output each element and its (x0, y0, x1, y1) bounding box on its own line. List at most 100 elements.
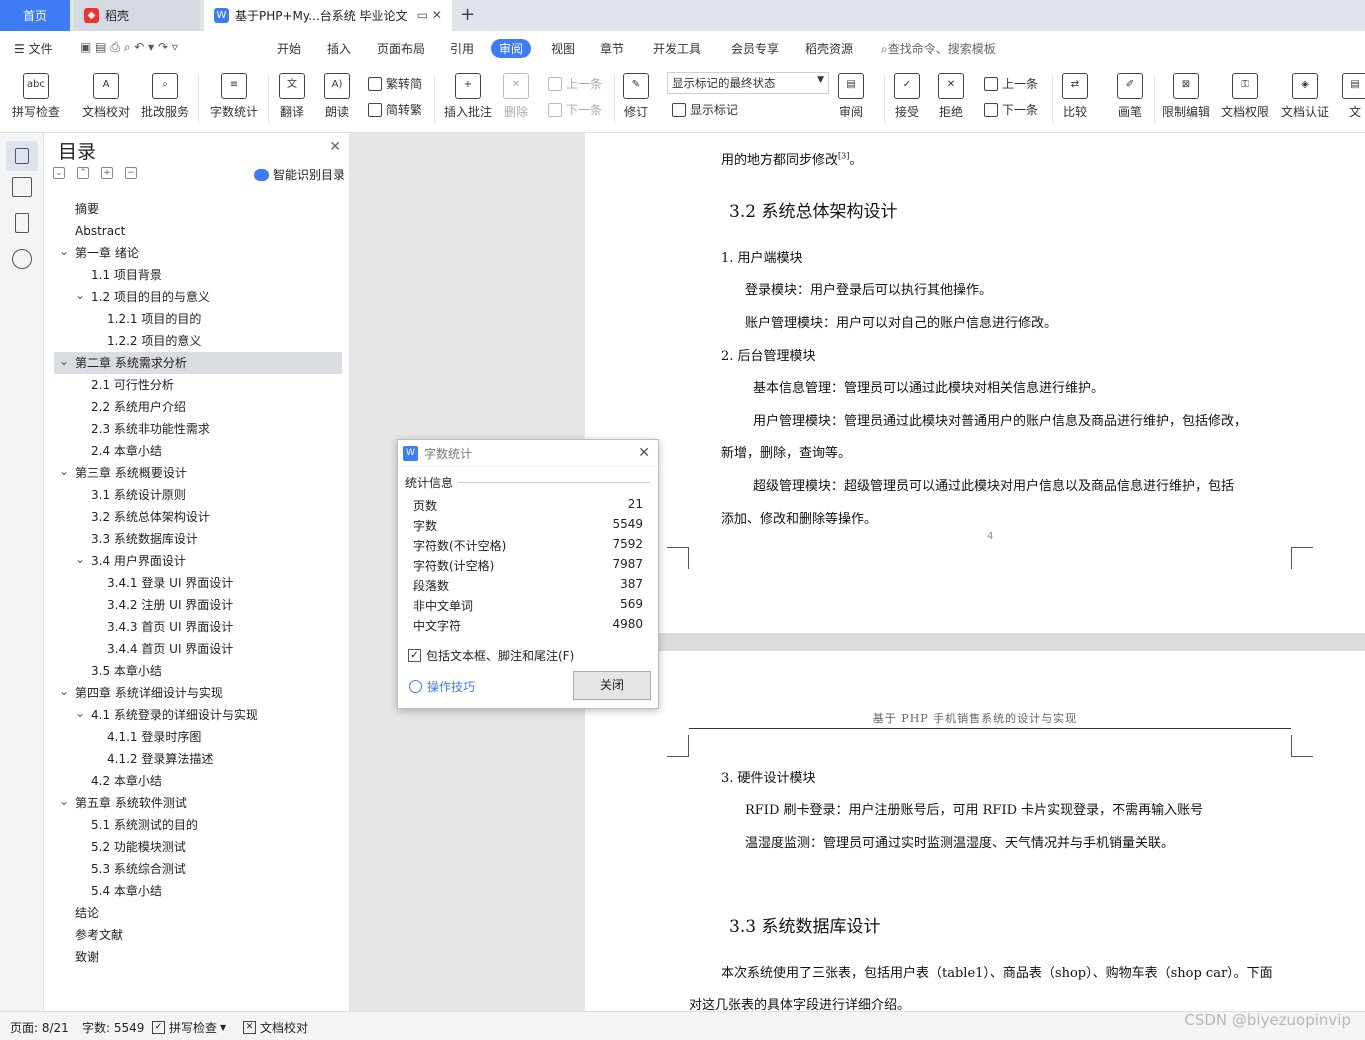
toc-item[interactable]: 3.5 本章小结 (46, 660, 350, 682)
toc-item[interactable]: 3.4.4 首页 UI 界面设计 (46, 638, 350, 660)
bookmark-icon[interactable] (15, 213, 29, 233)
page-indicator[interactable]: 页面: 8/21 (10, 1019, 69, 1036)
spell-check-button[interactable]: abc 拼写检查 (12, 65, 60, 120)
doc-check-button[interactable]: A 文档校对 (82, 65, 130, 120)
toc-item[interactable]: 结论 (46, 902, 350, 924)
toc-item[interactable]: 5.1 系统测试的目的 (46, 814, 350, 836)
insert-comment-button[interactable]: + 插入批注 (444, 65, 492, 120)
toc-item[interactable]: 2.2 系统用户介绍 (46, 396, 350, 418)
toc-item[interactable]: ⌄ 1.2 项目的目的与意义 (46, 286, 350, 308)
toc-item[interactable]: Abstract (46, 220, 350, 242)
toc-item[interactable]: 4.1.1 登录时序图 (46, 726, 350, 748)
tips-link[interactable]: 操作技巧 (409, 678, 475, 695)
toc-item[interactable]: ⌄ 4.1 系统登录的详细设计与实现 (46, 704, 350, 726)
toc-item[interactable]: 1.2.2 项目的意义 (46, 330, 350, 352)
status-doc-check[interactable]: ✕ 文档校对 (243, 1019, 308, 1036)
toc-item[interactable]: 3.4.3 首页 UI 界面设计 (46, 616, 350, 638)
menu-view[interactable]: 视图 (551, 40, 575, 57)
new-tab-button[interactable]: + (460, 4, 475, 25)
toc-item[interactable]: 摘要 (46, 198, 350, 220)
doc-permission-button[interactable]: ⚿ 文档权限 (1221, 65, 1269, 120)
delete-comment-button[interactable]: ✕ 删除 (503, 65, 529, 120)
restrict-edit-button[interactable]: ⊠ 限制编辑 (1162, 65, 1210, 120)
markup-state-select[interactable]: 显示标记的最终状态 ▼ (667, 72, 829, 94)
prev-change-button[interactable]: 上一条 (984, 75, 1038, 92)
expand-all-icon[interactable]: ⌃ (77, 167, 89, 179)
menu-insert[interactable]: 插入 (327, 40, 351, 57)
read-aloud-button[interactable]: A) 朗读 (324, 65, 350, 120)
toc-item[interactable]: 2.3 系统非功能性需求 (46, 418, 350, 440)
include-textbox-checkbox[interactable]: ✓ 包括文本框、脚注和尾注(F) (408, 647, 574, 664)
toc-item[interactable]: 1.1 项目背景 (46, 264, 350, 286)
toc-item[interactable]: 5.4 本章小结 (46, 880, 350, 902)
show-markup-button[interactable]: 显示标记 (672, 101, 738, 118)
revise-button[interactable]: ✎ 修订 (623, 65, 649, 120)
close-button[interactable]: 关闭 (573, 671, 651, 700)
doc-cert-button[interactable]: ◈ 文档认证 (1281, 65, 1329, 120)
reject-button[interactable]: ✕ 拒绝 (938, 65, 964, 120)
close-icon[interactable]: ✕ (329, 139, 341, 155)
toc-item[interactable]: 3.1 系统设计原则 (46, 484, 350, 506)
toc-item[interactable]: 致谢 (46, 946, 350, 968)
add-heading-icon[interactable]: + (101, 167, 113, 179)
trad-to-simp-button[interactable]: 繁转简 (368, 75, 422, 92)
chevron-down-icon[interactable]: ⌄ (59, 790, 69, 812)
menu-reference[interactable]: 引用 (450, 40, 474, 57)
chevron-down-icon[interactable]: ⌄ (75, 548, 85, 570)
toc-item[interactable]: 5.3 系统综合测试 (46, 858, 350, 880)
toc-item[interactable]: 3.4.2 注册 UI 界面设计 (46, 594, 350, 616)
toc-item[interactable]: 4.2 本章小结 (46, 770, 350, 792)
next-comment-button[interactable]: 下一条 (548, 101, 602, 118)
translate-button[interactable]: 文翻译 (279, 65, 305, 120)
command-search[interactable]: ⌕查找命令、搜索模板 (881, 40, 996, 57)
status-spell-check[interactable]: ✓ 拼写检查 ▼ (152, 1019, 226, 1036)
toc-item[interactable]: 2.4 本章小结 (46, 440, 350, 462)
dialog-titlebar[interactable]: W 字数统计 (398, 440, 658, 467)
tab-document[interactable]: W 基于PHP+My...台系统 毕业论文 ▭ ✕ (204, 0, 452, 31)
chevron-down-icon[interactable]: ⌄ (59, 680, 69, 702)
word-count-indicator[interactable]: 字数: 5549 (82, 1019, 144, 1036)
remove-heading-icon[interactable]: − (125, 167, 137, 179)
toc-item[interactable]: 5.2 功能模块测试 (46, 836, 350, 858)
word-count-button[interactable]: ≡ 字数统计 (210, 65, 258, 120)
outline-nav-icon[interactable] (6, 141, 38, 171)
chapter-nav-icon[interactable] (12, 177, 32, 197)
more-button[interactable]: ▤ 文 (1342, 65, 1365, 120)
toc-item[interactable]: 4.1.2 登录算法描述 (46, 748, 350, 770)
document-page[interactable]: 用的地方都同步修改[3]。 3.2 系统总体架构设计 1. 用户端模块 登录模块… (585, 133, 1365, 1011)
tab-home[interactable]: 首页 (0, 0, 70, 31)
menu-review[interactable]: 审阅 (491, 39, 532, 58)
toc-item[interactable]: 1.2.1 项目的目的 (46, 308, 350, 330)
batch-service-button[interactable]: ⌕ 批改服务 (141, 65, 189, 120)
close-icon[interactable]: ✕ (638, 445, 650, 461)
toc-item[interactable]: 3.2 系统总体架构设计 (46, 506, 350, 528)
review-pane-button[interactable]: ▤ 审阅 (838, 65, 864, 120)
menu-layout[interactable]: 页面布局 (377, 40, 425, 57)
toc-item[interactable]: ⌄ 第五章 系统软件测试 (46, 792, 350, 814)
tab-daoke[interactable]: ◆ 稻壳 (74, 0, 200, 31)
smart-toc-button[interactable]: 智能识别目录 (253, 166, 345, 183)
search-icon[interactable] (12, 249, 32, 269)
pen-button[interactable]: ✐ 画笔 (1117, 65, 1143, 120)
toc-item[interactable]: 参考文献 (46, 924, 350, 946)
toc-item[interactable]: 2.1 可行性分析 (46, 374, 350, 396)
menu-devtools[interactable]: 开发工具 (653, 40, 701, 57)
toc-item[interactable]: ⌄ 第一章 绪论 (46, 242, 350, 264)
collapse-all-icon[interactable]: ⌄ (53, 167, 65, 179)
prev-comment-button[interactable]: 上一条 (548, 75, 602, 92)
toc-item[interactable]: ⌄ 第二章 系统需求分析 (54, 352, 342, 374)
toc-item[interactable]: 3.3 系统数据库设计 (46, 528, 350, 550)
menu-daoke-resources[interactable]: 稻壳资源 (805, 40, 853, 57)
menu-file[interactable]: ☰ 文件 (14, 40, 53, 57)
toc-item[interactable]: ⌄ 第四章 系统详细设计与实现 (46, 682, 350, 704)
chevron-down-icon[interactable]: ⌄ (75, 702, 85, 724)
menu-member[interactable]: 会员专享 (731, 40, 779, 57)
close-tab-icon[interactable]: ▭ ✕ (417, 8, 442, 22)
menu-chapter[interactable]: 章节 (600, 40, 624, 57)
chevron-down-icon[interactable]: ⌄ (59, 350, 69, 372)
accept-button[interactable]: ✓ 接受 (894, 65, 920, 120)
compare-button[interactable]: ⇄ 比较 (1062, 65, 1088, 120)
menu-start[interactable]: 开始 (277, 40, 301, 57)
quick-access-icons[interactable]: ▣ ▤ ⎙ ⌕ ↶ ▾ ↷ ▿ (80, 40, 178, 55)
chevron-down-icon[interactable]: ⌄ (59, 240, 69, 262)
